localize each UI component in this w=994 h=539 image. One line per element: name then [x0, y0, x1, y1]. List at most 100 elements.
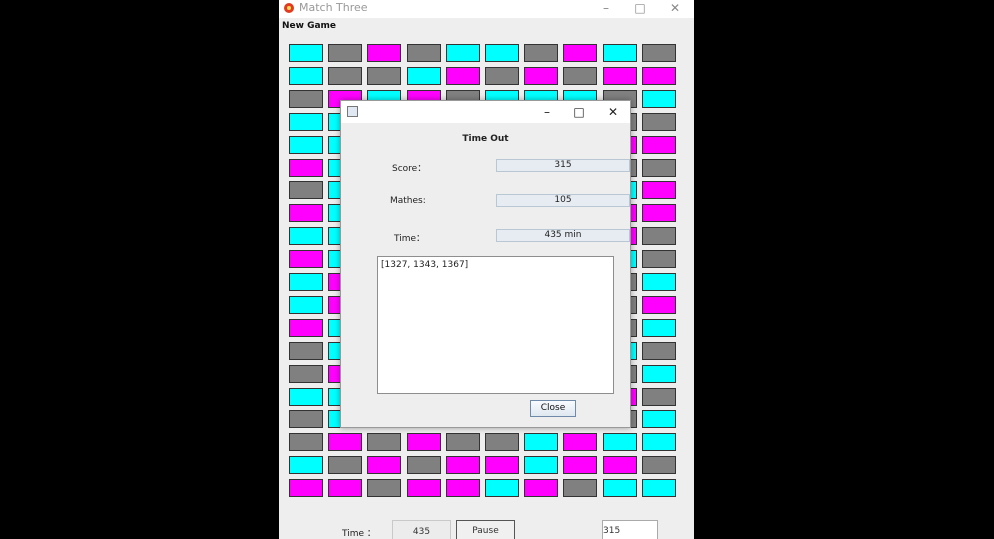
- board-tile[interactable]: [289, 456, 323, 474]
- board-tile[interactable]: [485, 67, 519, 85]
- dialog-close-icon[interactable]: ✕: [598, 102, 628, 122]
- board-tile[interactable]: [642, 136, 676, 154]
- board-tile[interactable]: [642, 479, 676, 497]
- board-tile[interactable]: [642, 456, 676, 474]
- board-tile[interactable]: [642, 250, 676, 268]
- board-tile[interactable]: [563, 433, 597, 451]
- dialog-minimize-button[interactable]: –: [532, 102, 562, 122]
- pause-button[interactable]: Pause: [456, 520, 515, 539]
- board-tile[interactable]: [407, 479, 441, 497]
- board-tile[interactable]: [485, 479, 519, 497]
- board-tile[interactable]: [289, 90, 323, 108]
- board-tile[interactable]: [407, 67, 441, 85]
- board-tile[interactable]: [328, 67, 362, 85]
- history-textarea[interactable]: [1327, 1343, 1367]: [377, 256, 614, 394]
- board-tile[interactable]: [642, 388, 676, 406]
- board-tile[interactable]: [603, 456, 637, 474]
- board-tile[interactable]: [328, 433, 362, 451]
- board-tile[interactable]: [367, 456, 401, 474]
- board-tile[interactable]: [642, 204, 676, 222]
- board-tile[interactable]: [289, 67, 323, 85]
- time-value: 435: [412, 527, 431, 537]
- board-tile[interactable]: [524, 44, 558, 62]
- board-tile[interactable]: [289, 433, 323, 451]
- board-tile[interactable]: [446, 433, 480, 451]
- board-tile[interactable]: [289, 342, 323, 360]
- board-tile[interactable]: [524, 456, 558, 474]
- board-tile[interactable]: [367, 479, 401, 497]
- board-tile[interactable]: [485, 456, 519, 474]
- board-tile[interactable]: [289, 44, 323, 62]
- board-tile[interactable]: [563, 479, 597, 497]
- board-tile[interactable]: [446, 456, 480, 474]
- board-tile[interactable]: [642, 159, 676, 177]
- board-tile[interactable]: [289, 479, 323, 497]
- board-tile[interactable]: [328, 456, 362, 474]
- board-tile[interactable]: [642, 410, 676, 428]
- new-game-menu[interactable]: New Game: [282, 21, 336, 31]
- board-tile[interactable]: [367, 67, 401, 85]
- board-tile[interactable]: [367, 44, 401, 62]
- dialog-matches-field[interactable]: 105: [496, 194, 630, 207]
- board-tile[interactable]: [642, 90, 676, 108]
- board-tile[interactable]: [446, 479, 480, 497]
- main-title-bar[interactable]: Match Three – □ ✕: [279, 0, 694, 18]
- board-tile[interactable]: [642, 113, 676, 131]
- board-tile[interactable]: [642, 433, 676, 451]
- board-tile[interactable]: [367, 433, 401, 451]
- board-tile[interactable]: [524, 433, 558, 451]
- java-app-icon: [284, 3, 294, 13]
- board-tile[interactable]: [446, 44, 480, 62]
- maximize-button[interactable]: □: [625, 0, 655, 18]
- board-tile[interactable]: [642, 44, 676, 62]
- board-tile[interactable]: [563, 456, 597, 474]
- board-tile[interactable]: [289, 136, 323, 154]
- board-tile[interactable]: [563, 67, 597, 85]
- board-tile[interactable]: [328, 479, 362, 497]
- board-tile[interactable]: [289, 410, 323, 428]
- board-tile[interactable]: [603, 433, 637, 451]
- board-tile[interactable]: [289, 365, 323, 383]
- board-tile[interactable]: [485, 433, 519, 451]
- board-tile[interactable]: [642, 365, 676, 383]
- board-tile[interactable]: [407, 44, 441, 62]
- board-tile[interactable]: [642, 181, 676, 199]
- board-tile[interactable]: [603, 479, 637, 497]
- dialog-title-bar[interactable]: – □ ✕: [341, 101, 630, 123]
- board-tile[interactable]: [407, 456, 441, 474]
- board-tile[interactable]: [289, 204, 323, 222]
- board-tile[interactable]: [289, 296, 323, 314]
- board-tile[interactable]: [289, 113, 323, 131]
- board-tile[interactable]: [289, 388, 323, 406]
- board-tile[interactable]: [603, 67, 637, 85]
- close-window-button[interactable]: ✕: [660, 0, 690, 18]
- board-tile[interactable]: [563, 44, 597, 62]
- board-tile[interactable]: [289, 159, 323, 177]
- board-tile[interactable]: [642, 319, 676, 337]
- board-tile[interactable]: [289, 319, 323, 337]
- board-tile[interactable]: [642, 342, 676, 360]
- board-tile[interactable]: [289, 181, 323, 199]
- board-tile[interactable]: [407, 433, 441, 451]
- board-tile[interactable]: [289, 227, 323, 245]
- board-tile[interactable]: [524, 479, 558, 497]
- board-tile[interactable]: [289, 250, 323, 268]
- score-value: 315: [603, 526, 621, 536]
- minimize-button[interactable]: –: [591, 0, 621, 18]
- board-tile[interactable]: [642, 67, 676, 85]
- close-button[interactable]: Close: [530, 400, 576, 417]
- window-title: Match Three: [299, 1, 368, 14]
- board-tile[interactable]: [642, 227, 676, 245]
- dialog-score-field[interactable]: 315: [496, 159, 630, 172]
- score-field: 315: [602, 520, 658, 539]
- board-tile[interactable]: [446, 67, 480, 85]
- board-tile[interactable]: [642, 273, 676, 291]
- board-tile[interactable]: [485, 44, 519, 62]
- board-tile[interactable]: [603, 44, 637, 62]
- board-tile[interactable]: [289, 273, 323, 291]
- dialog-time-field[interactable]: 435 min: [496, 229, 630, 242]
- board-tile[interactable]: [328, 44, 362, 62]
- dialog-maximize-button[interactable]: □: [564, 102, 594, 122]
- board-tile[interactable]: [642, 296, 676, 314]
- board-tile[interactable]: [524, 67, 558, 85]
